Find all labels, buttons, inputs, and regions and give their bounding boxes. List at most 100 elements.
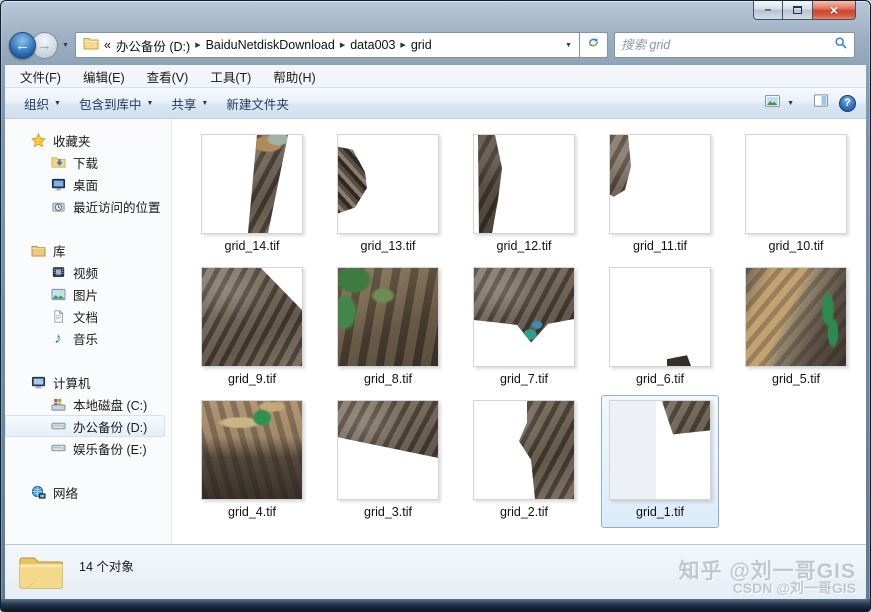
sidebar-item-music[interactable]: ♪ 音乐 — [5, 327, 165, 349]
dropdown-icon: ▼ — [201, 100, 208, 107]
search-box — [614, 32, 855, 58]
file-thumbnail — [337, 267, 439, 367]
folder-icon — [83, 36, 99, 55]
file-item[interactable]: grid_7.tif — [465, 262, 583, 395]
sidebar-item-libraries[interactable]: 库 — [5, 239, 165, 261]
sidebar-item-desktop[interactable]: 桌面 — [5, 173, 165, 195]
file-item[interactable]: grid_4.tif — [193, 395, 311, 528]
file-item[interactable]: grid_9.tif — [193, 262, 311, 395]
file-item[interactable]: grid_11.tif — [601, 129, 719, 262]
include-in-library-label: 包含到库中 — [79, 94, 142, 113]
file-name: grid_8.tif — [364, 372, 412, 386]
sidebar-item-documents[interactable]: 文档 — [5, 305, 165, 327]
help-button[interactable]: ? — [839, 95, 856, 112]
breadcrumb-overflow[interactable]: « — [102, 38, 113, 52]
sidebar-item-drive-e[interactable]: 娱乐备份 (E:) — [5, 437, 165, 459]
breadcrumb-separator-icon[interactable]: ▶ — [398, 41, 407, 49]
sidebar-item-pictures[interactable]: 图片 — [5, 283, 165, 305]
include-in-library-button[interactable]: 包含到库中 ▼ — [70, 94, 162, 113]
file-name: grid_3.tif — [364, 505, 412, 519]
file-name: grid_11.tif — [633, 239, 687, 253]
dropdown-icon: ▼ — [146, 100, 153, 107]
star-icon — [30, 132, 46, 148]
new-folder-button[interactable]: 新建文件夹 — [217, 94, 298, 113]
sidebar-item-computer[interactable]: 计算机 — [5, 371, 165, 393]
file-item[interactable]: grid_2.tif — [465, 395, 583, 528]
file-item[interactable]: grid_6.tif — [601, 262, 719, 395]
breadcrumb-folder-1[interactable]: BaiduNetdiskDownload — [203, 38, 338, 52]
maximize-button[interactable] — [783, 1, 812, 20]
refresh-button[interactable] — [580, 32, 608, 58]
document-icon — [50, 308, 66, 324]
system-drive-icon — [50, 396, 66, 412]
search-input[interactable] — [621, 38, 834, 52]
file-item[interactable]: grid_10.tif — [737, 129, 855, 262]
address-bar[interactable]: « 办公备份 (D:) ▶ BaiduNetdiskDownload ▶ dat… — [75, 32, 580, 58]
documents-label: 文档 — [73, 307, 98, 326]
navigation-pane: 收藏夹 下载 桌面 最近访问的位置 库 — [5, 119, 172, 544]
navigation-bar: ← → ▼ « 办公备份 (D:) ▶ BaiduNetdiskDownload… — [9, 31, 860, 59]
preview-pane-button[interactable] — [813, 93, 829, 113]
sidebar-item-videos[interactable]: 视频 — [5, 261, 165, 283]
address-dropdown-icon[interactable]: ▼ — [558, 42, 579, 49]
help-icon: ? — [844, 97, 851, 109]
menu-tools[interactable]: 工具(T) — [199, 67, 262, 86]
breadcrumb-folder-2[interactable]: data003 — [347, 38, 398, 52]
file-thumbnail — [201, 267, 303, 367]
file-name: grid_14.tif — [225, 239, 280, 253]
sidebar-item-recent-places[interactable]: 最近访问的位置 — [5, 195, 165, 217]
sidebar-item-network[interactable]: 网络 — [5, 481, 165, 503]
breadcrumb-drive[interactable]: 办公备份 (D:) — [113, 36, 193, 55]
file-thumbnail — [201, 134, 303, 234]
library-folder-icon — [30, 242, 46, 258]
menu-bar: 文件(F) 编辑(E) 查看(V) 工具(T) 帮助(H) — [5, 65, 866, 88]
breadcrumb-separator-icon[interactable]: ▶ — [338, 41, 347, 49]
share-button[interactable]: 共享▼ — [162, 94, 217, 113]
watermark-line2: CSDN @刘一哥GIS — [679, 581, 857, 595]
file-item[interactable]: grid_5.tif — [737, 262, 855, 395]
close-button[interactable]: × — [812, 1, 856, 20]
file-thumbnail — [473, 267, 575, 367]
breadcrumb-separator-icon[interactable]: ▶ — [193, 41, 202, 49]
file-thumbnail — [337, 134, 439, 234]
organize-label: 组织 — [24, 94, 49, 113]
item-count: 14 个对象 — [79, 556, 134, 575]
videos-label: 视频 — [73, 263, 98, 282]
watermark-line1: 知乎 @刘一哥GIS — [679, 561, 857, 582]
libraries-label: 库 — [53, 241, 66, 260]
file-name: grid_13.tif — [361, 239, 416, 253]
minimize-button[interactable]: – — [753, 1, 783, 20]
file-item[interactable]: grid_13.tif — [329, 129, 447, 262]
file-item-selected[interactable]: grid_1.tif — [601, 395, 719, 528]
refresh-icon — [586, 35, 601, 55]
forward-icon: → — [37, 37, 52, 54]
file-item[interactable]: grid_3.tif — [329, 395, 447, 528]
sidebar-item-drive-d[interactable]: 办公备份 (D:) — [5, 415, 165, 437]
new-folder-label: 新建文件夹 — [226, 94, 289, 113]
menu-edit[interactable]: 编辑(E) — [72, 67, 136, 86]
recent-places-label: 最近访问的位置 — [73, 197, 161, 216]
search-icon[interactable] — [834, 36, 848, 55]
file-name: grid_5.tif — [772, 372, 820, 386]
recent-places-icon — [50, 198, 66, 214]
computer-label: 计算机 — [53, 373, 91, 392]
sidebar-item-downloads[interactable]: 下载 — [5, 151, 165, 173]
file-thumbnail — [609, 267, 711, 367]
file-thumbnail — [609, 400, 711, 500]
menu-help[interactable]: 帮助(H) — [262, 67, 326, 86]
menu-file[interactable]: 文件(F) — [9, 67, 72, 86]
music-label: 音乐 — [73, 329, 98, 348]
organize-button[interactable]: 组织▼ — [15, 94, 70, 113]
sidebar-item-favorites[interactable]: 收藏夹 — [5, 129, 165, 151]
views-icon — [764, 94, 782, 112]
back-button[interactable]: ← — [9, 32, 36, 59]
breadcrumb-folder-3[interactable]: grid — [408, 38, 435, 52]
file-item[interactable]: grid_12.tif — [465, 129, 583, 262]
file-name: grid_12.tif — [497, 239, 552, 253]
change-view-button[interactable]: ▼ — [755, 94, 803, 112]
file-item[interactable]: grid_14.tif — [193, 129, 311, 262]
file-item[interactable]: grid_8.tif — [329, 262, 447, 395]
recent-pages-dropdown[interactable]: ▼ — [62, 42, 69, 49]
menu-view[interactable]: 查看(V) — [136, 67, 200, 86]
sidebar-item-drive-c[interactable]: 本地磁盘 (C:) — [5, 393, 165, 415]
